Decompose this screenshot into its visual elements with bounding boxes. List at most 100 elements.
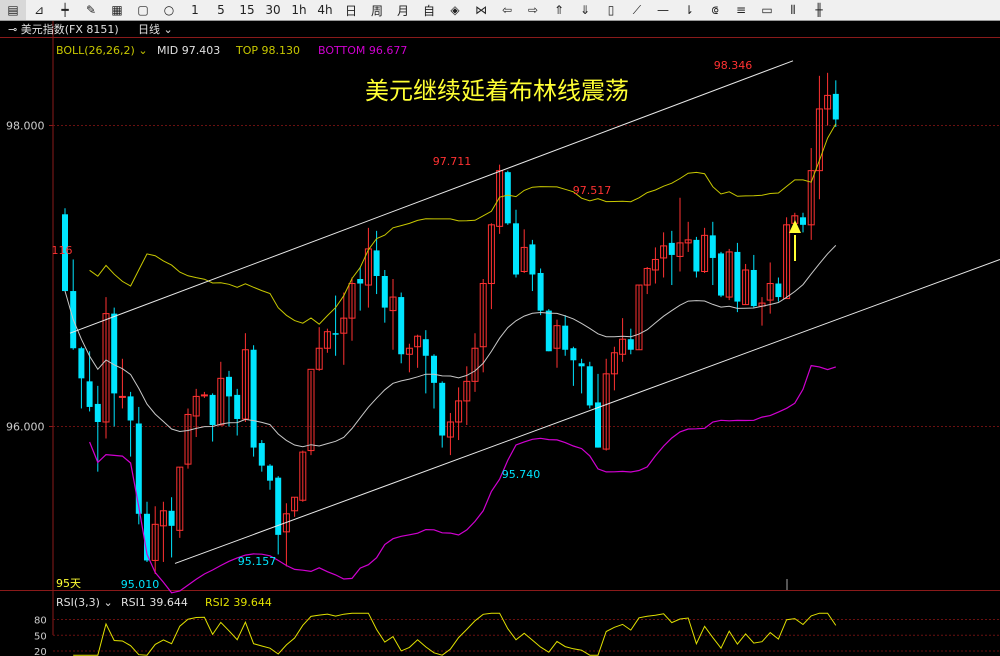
candle-body-down: [267, 465, 273, 481]
period-5min[interactable]: 5: [208, 0, 234, 20]
toolbar: ▤ ⊿ ┿ ✎ ▦ ▢ ○ 1 5 15 30 1h 4h 日周月自 ◈ ⋈ ⇦ ⇨ ⇑ ⇓ ▯ ⟋ — ⇂ ⟃ ≡ ▭ ⦀ ╫: [0, 0, 1000, 21]
price-tick-label: 96.000: [6, 421, 45, 434]
boll-indicator-name: BOLL(26,26,2) ⌄: [56, 44, 148, 57]
period-day[interactable]: 日: [338, 0, 364, 20]
candle-body-down: [513, 223, 519, 275]
high-label-98346: 98.346: [714, 59, 753, 72]
candle-body-down: [595, 402, 601, 448]
candle-body-down: [357, 279, 364, 284]
draw-icon[interactable]: ✎: [78, 0, 104, 20]
rsi-indicator-name: RSI(3,3) ⌄: [56, 596, 113, 609]
page-up-icon[interactable]: ⇑: [546, 0, 572, 20]
period-1h[interactable]: 1h: [286, 0, 312, 20]
bar-label-116: 116: [52, 244, 73, 257]
period-30min[interactable]: 30: [260, 0, 286, 20]
low-label-95740: 95.740: [502, 468, 541, 481]
candle-body-down: [504, 172, 511, 224]
list-icon[interactable]: ▤: [0, 0, 26, 20]
candle-body-down: [94, 403, 101, 422]
circle-icon[interactable]: ○: [156, 0, 182, 20]
period-custom[interactable]: 自: [416, 0, 442, 20]
candle-body-down: [258, 443, 265, 466]
rect-icon[interactable]: ▭: [754, 0, 780, 20]
period-month[interactable]: 月: [390, 0, 416, 20]
candle-body-down: [586, 366, 593, 406]
more-icon[interactable]: ╫: [806, 0, 832, 20]
rsi-tick-label: 50: [34, 631, 47, 642]
candle-body-down: [734, 251, 741, 302]
h-line-icon[interactable]: —: [650, 0, 676, 20]
period-week[interactable]: 周: [364, 0, 390, 20]
kline-chart[interactable]: 98.000 96.000 ⊸ 美元指数(FX 8151) 日线 ⌄ BOLL(26,2…: [0, 21, 1000, 656]
candle-body-down: [537, 272, 544, 311]
candle-body-down: [439, 382, 446, 436]
book-icon[interactable]: ▯: [598, 0, 624, 20]
boll-bottom-line: [89, 364, 836, 594]
candle-body-down: [800, 217, 806, 225]
kline-icon[interactable]: ┿: [52, 0, 78, 20]
fib-icon[interactable]: ≡: [728, 0, 754, 20]
candle-body-down: [627, 339, 634, 350]
arrow-right-icon[interactable]: ⇨: [520, 0, 546, 20]
annotation-arrow-head: [789, 220, 801, 233]
candle-body-down: [709, 235, 716, 258]
candle-body-down: [381, 276, 388, 308]
candle-body-down: [373, 250, 380, 276]
boll-mid-value: MID 97.403: [157, 44, 220, 57]
rsi-tick-label: 80: [34, 616, 47, 627]
arrow-left-icon[interactable]: ⇦: [494, 0, 520, 20]
candle-body-down: [78, 348, 85, 379]
price-tick-label: 98.000: [6, 120, 45, 133]
zoom-out-icon[interactable]: ⋈: [468, 0, 494, 20]
candle-body-down: [832, 93, 839, 120]
candle-body-down: [529, 244, 536, 275]
bar-count-label: 95天: [56, 577, 81, 590]
candle-body-down: [775, 283, 782, 298]
candle-body-down: [226, 376, 232, 397]
rsi1-value: RSI1 39.644: [121, 596, 188, 609]
candle-body-down: [332, 333, 339, 335]
candle-body-down: [135, 423, 142, 514]
candle-body-up: [200, 394, 208, 397]
zoom-in-icon[interactable]: ◈: [442, 0, 468, 20]
candle-body-down: [545, 310, 552, 352]
page-down-icon[interactable]: ⇓: [572, 0, 598, 20]
candle-body-down: [127, 396, 134, 421]
rsi-tick-label: 20: [34, 647, 47, 656]
symbol-label: ⊸ 美元指数(FX 8151): [8, 22, 119, 36]
candle-body-down: [562, 325, 569, 350]
gann-icon[interactable]: ⦀: [780, 0, 806, 20]
candle-body-down: [570, 348, 577, 361]
candle-body-down: [750, 269, 757, 307]
candle-body-up: [118, 395, 126, 398]
candle-body-down: [209, 394, 216, 425]
window-icon[interactable]: ▢: [130, 0, 156, 20]
candle-body-down: [168, 510, 175, 526]
boll-top-value: TOP 98.130: [235, 44, 300, 57]
candle-body-down: [431, 355, 437, 383]
candle-body-down: [86, 381, 93, 407]
low-label-95010: 95.010: [121, 578, 160, 591]
period-15min[interactable]: 15: [234, 0, 260, 20]
candle-body-down: [422, 339, 429, 356]
annotation-text: 美元继续延着布林线震荡: [365, 77, 629, 105]
v-line-icon[interactable]: ⇂: [676, 0, 702, 20]
minute-chart-icon[interactable]: ⊿: [26, 0, 52, 20]
low-label-95157: 95.157: [238, 555, 277, 568]
layout-icon[interactable]: ▦: [104, 0, 130, 20]
boll-bottom-value: BOTTOM 96.677: [318, 44, 407, 57]
high-label-97711: 97.711: [433, 155, 472, 168]
period-4h[interactable]: 4h: [312, 0, 338, 20]
trend-line-icon[interactable]: ⟋: [624, 0, 650, 20]
channel-icon[interactable]: ⟃: [702, 0, 728, 20]
channel-lower-line: [174, 258, 1000, 564]
high-label-97517: 97.517: [573, 184, 612, 197]
candle-body-down: [250, 349, 257, 448]
period-1min[interactable]: 1: [182, 0, 208, 20]
candle-body-down: [111, 313, 118, 394]
candle-body-down: [398, 297, 405, 355]
candle-body-down: [693, 239, 700, 272]
candle-body-down: [234, 394, 241, 419]
candle-body-down: [578, 363, 585, 367]
candle-body-down: [718, 253, 724, 296]
